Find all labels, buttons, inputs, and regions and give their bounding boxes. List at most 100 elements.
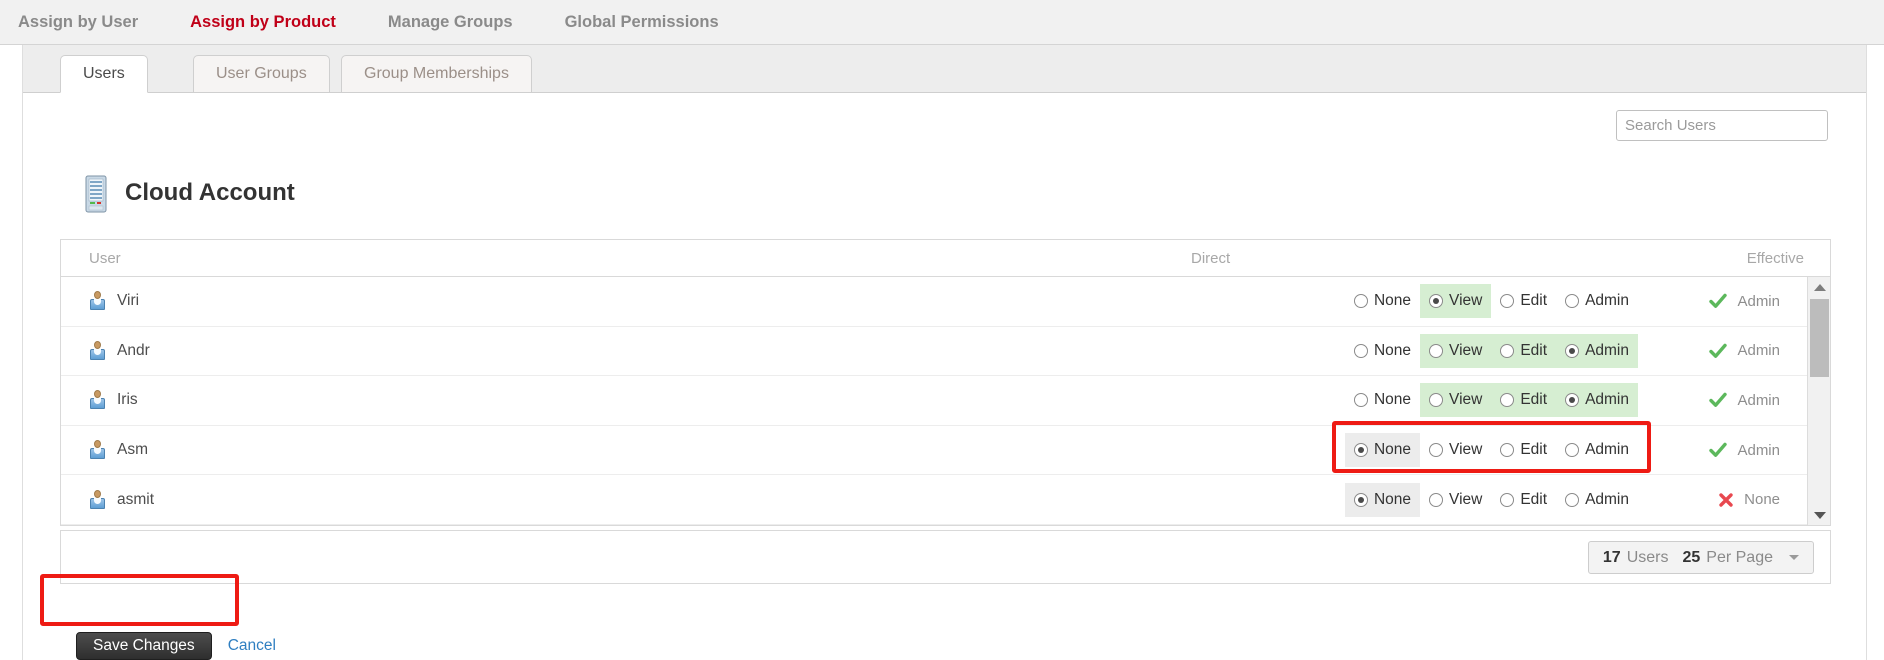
per-page-value: 25 <box>1682 548 1701 566</box>
radio-button-edit[interactable] <box>1500 443 1515 458</box>
radio-option-edit[interactable]: Edit <box>1491 333 1557 368</box>
radio-button-view[interactable] <box>1429 443 1444 458</box>
radio-option-admin[interactable]: Admin <box>1556 483 1638 517</box>
radio-option-view[interactable]: View <box>1420 433 1491 467</box>
grid-vertical-scrollbar[interactable] <box>1807 277 1830 525</box>
scroll-up-arrow-icon[interactable] <box>1808 277 1830 297</box>
radio-label: View <box>1449 441 1483 459</box>
radio-label: Admin <box>1585 441 1629 459</box>
user-name: Viri <box>117 292 140 310</box>
radio-button-admin[interactable] <box>1565 393 1580 408</box>
search-input[interactable] <box>1616 110 1828 141</box>
table-row: Asm None View Edit Admin Admin <box>61 425 1830 476</box>
nav-item-global-permissions[interactable]: Global Permissions <box>565 13 719 32</box>
user-avatar-icon <box>89 390 106 410</box>
user-avatar-icon <box>89 340 106 361</box>
effective-permission-cell: Admin <box>1709 391 1780 409</box>
radio-button-view[interactable] <box>1429 343 1444 358</box>
effective-permission-cell: Admin <box>1709 342 1780 360</box>
scrollbar-thumb[interactable] <box>1810 299 1829 377</box>
radio-label: Admin <box>1585 490 1629 508</box>
table-row: Iris None View Edit Admin Admin <box>61 376 1830 426</box>
effective-permission-value: Admin <box>1737 441 1780 459</box>
radio-label: None <box>1373 341 1412 359</box>
radio-label: Admin <box>1585 391 1629 409</box>
radio-label: Edit <box>1520 490 1548 508</box>
radio-option-none[interactable]: None <box>1345 334 1420 368</box>
tab-users[interactable]: Users <box>60 55 148 93</box>
check-icon <box>1709 293 1728 309</box>
radio-button-edit[interactable] <box>1500 393 1515 408</box>
radio-option-edit[interactable]: Edit <box>1491 284 1556 318</box>
table-row: Viri None View Edit Admin Admin <box>61 277 1830 327</box>
radio-button-edit[interactable] <box>1500 492 1515 507</box>
radio-button-admin[interactable] <box>1565 294 1580 309</box>
radio-option-edit[interactable]: Edit <box>1491 433 1556 467</box>
table-row: Andr None View Edit Admin Admin <box>61 326 1830 377</box>
radio-label: Edit <box>1520 292 1548 310</box>
column-header-direct: Direct <box>1191 250 1231 267</box>
direct-permission-radio-group[interactable]: None View Edit Admin <box>1344 433 1638 468</box>
radio-button-none[interactable] <box>1353 492 1368 507</box>
user-count-value: 17 <box>1602 548 1621 566</box>
per-page-label: Per Page <box>1706 548 1773 566</box>
user-name: Andr <box>117 341 150 359</box>
radio-option-view[interactable]: View <box>1420 483 1491 517</box>
radio-button-edit[interactable] <box>1500 294 1515 309</box>
radio-button-view[interactable] <box>1429 393 1444 408</box>
radio-option-view[interactable]: View <box>1420 383 1492 418</box>
radio-button-view[interactable] <box>1429 294 1444 309</box>
direct-permission-radio-group[interactable]: None View Edit Admin <box>1344 482 1638 517</box>
pagination-control[interactable]: 17 Users 25 Per Page <box>1587 541 1814 574</box>
radio-option-admin[interactable]: Admin <box>1556 383 1638 418</box>
radio-option-none[interactable]: None <box>1344 482 1421 517</box>
radio-option-view[interactable]: View <box>1420 284 1492 319</box>
effective-permission-value: Admin <box>1737 342 1780 360</box>
nav-item-assign-by-user[interactable]: Assign by User <box>18 13 138 32</box>
direct-permission-radio-group[interactable]: None View Edit Admin <box>1345 333 1638 368</box>
check-icon <box>1709 393 1728 408</box>
effective-permission-cell: None <box>1718 491 1780 508</box>
radio-option-edit[interactable]: Edit <box>1491 483 1556 517</box>
radio-button-edit[interactable] <box>1500 343 1515 358</box>
direct-permission-radio-group[interactable]: None View Edit Admin <box>1345 284 1638 319</box>
table-row: asmit None View Edit Admin None <box>61 475 1830 525</box>
radio-label: Admin <box>1585 292 1629 310</box>
radio-option-none[interactable]: None <box>1345 284 1420 318</box>
radio-option-edit[interactable]: Edit <box>1491 383 1557 418</box>
radio-button-admin[interactable] <box>1565 343 1580 358</box>
direct-permission-radio-group[interactable]: None View Edit Admin <box>1345 383 1638 418</box>
radio-option-none[interactable]: None <box>1344 433 1421 468</box>
radio-label: View <box>1449 490 1483 508</box>
nav-item-manage-groups[interactable]: Manage Groups <box>388 13 513 32</box>
save-changes-button[interactable]: Save Changes <box>76 632 212 660</box>
radio-option-admin[interactable]: Admin <box>1556 333 1638 368</box>
radio-option-admin[interactable]: Admin <box>1556 284 1638 318</box>
effective-permission-cell: Admin <box>1709 292 1780 310</box>
tab-user-groups[interactable]: User Groups <box>193 55 330 93</box>
user-cell: Iris <box>89 390 138 410</box>
effective-permission-value: Admin <box>1737 292 1780 310</box>
radio-option-admin[interactable]: Admin <box>1556 433 1638 467</box>
radio-button-none[interactable] <box>1353 443 1368 458</box>
radio-label: None <box>1373 292 1412 310</box>
cancel-link[interactable]: Cancel <box>228 637 276 655</box>
radio-button-admin[interactable] <box>1565 443 1580 458</box>
permissions-grid: User Direct Effective Viri None View Edit Ad… <box>60 239 1831 526</box>
radio-button-none[interactable] <box>1353 294 1368 309</box>
user-avatar-icon <box>89 440 106 460</box>
nav-item-assign-by-product[interactable]: Assign by Product <box>190 13 336 32</box>
radio-button-none[interactable] <box>1353 393 1368 408</box>
tab-group-memberships[interactable]: Group Memberships <box>341 55 532 93</box>
chevron-down-icon[interactable] <box>1789 555 1799 560</box>
grid-body: Viri None View Edit Admin Admin Andr None View Ed… <box>61 277 1830 525</box>
radio-button-admin[interactable] <box>1565 492 1580 507</box>
radio-button-none[interactable] <box>1353 343 1368 358</box>
page-panel: Users User Groups Group Memberships Clou… <box>22 45 1867 660</box>
server-icon <box>83 175 109 213</box>
radio-button-view[interactable] <box>1429 492 1444 507</box>
radio-option-view[interactable]: View <box>1420 333 1492 368</box>
scroll-down-arrow-icon[interactable] <box>1808 505 1830 525</box>
cross-icon <box>1719 492 1733 507</box>
radio-option-none[interactable]: None <box>1345 383 1420 417</box>
